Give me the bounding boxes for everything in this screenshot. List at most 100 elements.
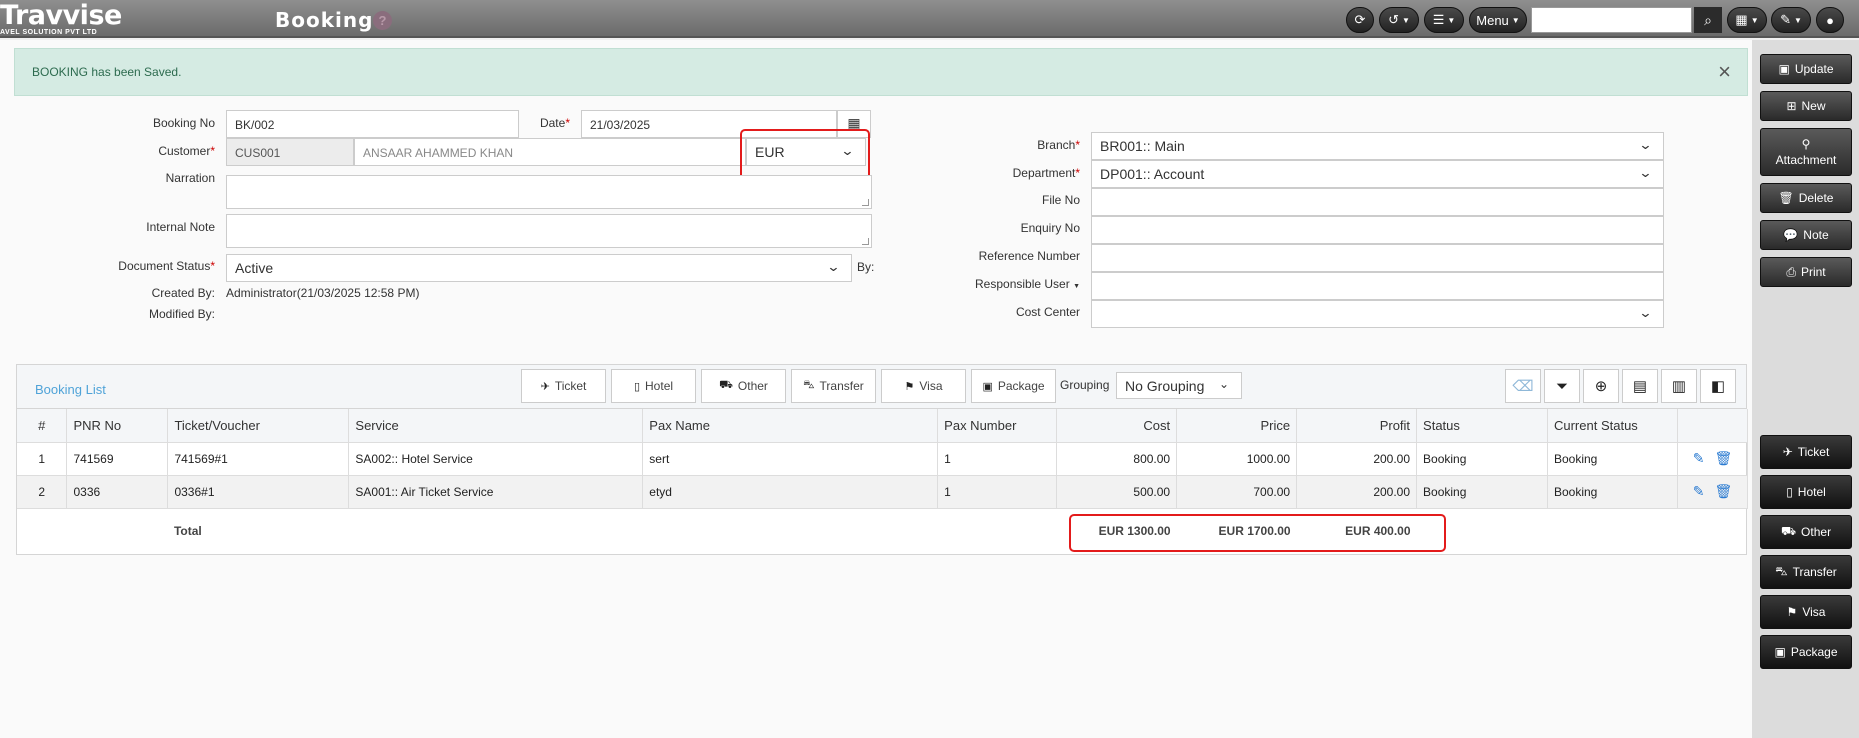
note-label: Note [1803,228,1829,242]
user-icon: ● [1826,12,1834,28]
app-logo[interactable]: Travvise AVEL SOLUTION PVT LTD [0,0,122,37]
customer-code-field[interactable]: CUS001 [226,138,354,166]
table-row[interactable]: 1 741569 741569#1 SA002:: Hotel Service … [17,442,1749,476]
col-header-current-status[interactable]: Current Status [1547,409,1678,443]
global-search-input[interactable] [1531,7,1692,33]
col-header-profit[interactable]: Profit [1296,409,1418,443]
search-button[interactable]: ⌕ [1694,7,1722,33]
col-header-price[interactable]: Price [1176,409,1298,443]
action-sidebar: ▣ Update ⊞ New ⚲ Attachment 🗑 Delete 💬 Note ⎙… [1752,40,1859,738]
sidebar-visa-button[interactable]: ⚑ Visa [1760,595,1852,629]
chevron-down-icon: ⌄ [1638,137,1653,152]
col-header-index[interactable]: # [17,409,68,443]
plane-icon: ✈ [540,380,550,393]
delete-button[interactable]: 🗑 Delete [1760,183,1852,213]
caret-down-icon: ▼ [1793,15,1802,25]
logo-name: Travvise [0,0,122,31]
cost-center-label: Cost Center [1015,305,1080,319]
col-header-pax-number[interactable]: Pax Number [937,409,1058,443]
add-package-button[interactable]: ▣ Package [971,369,1056,403]
cell-index: 1 [17,442,68,476]
save-icon: ▣ [1778,62,1790,76]
update-button[interactable]: ▣ Update [1760,54,1852,84]
alert-message: BOOKING has been Saved. [32,65,182,79]
sidebar-other-button[interactable]: ⛟ Other [1760,515,1852,549]
grouping-select[interactable]: No Grouping ⌄ [1116,372,1242,399]
booking-no-label: Booking No [152,116,215,130]
add-other-button[interactable]: ⛟ Other [701,369,786,403]
cost-center-select[interactable]: ⌄ [1091,300,1664,328]
add-ticket-button[interactable]: ✈ Ticket [521,369,606,403]
attachment-button[interactable]: ⚲ Attachment [1760,128,1852,176]
internal-note-textarea[interactable] [226,214,872,248]
note-button[interactable]: 💬 Note [1760,220,1852,250]
by-label: By: [857,260,875,274]
responsible-user-label[interactable]: Responsible User ▼ [940,277,1080,291]
caret-down-icon: ▼ [1447,15,1456,25]
cell-pax-number: 1 [937,475,1058,509]
theme-button[interactable]: ✎ ▼ [1771,7,1811,33]
col-header-pnr[interactable]: PNR No [66,409,169,443]
table-header-row: # PNR No Ticket/Voucher Service Pax Name… [17,409,1749,443]
col-header-voucher[interactable]: Ticket/Voucher [167,409,350,443]
export-csv-button[interactable]: ▥ [1661,369,1697,403]
responsible-user-field[interactable] [1091,272,1664,300]
add-hotel-button[interactable]: ▯ Hotel [611,369,696,403]
refresh-button[interactable]: ⟳ [1346,7,1374,33]
reference-number-field[interactable] [1091,244,1664,272]
total-spacer [349,508,643,553]
paperclip-icon: ⚲ [1801,137,1811,151]
sidebar-package-button[interactable]: ▣ Package [1760,635,1852,669]
help-icon[interactable]: ? [373,11,392,30]
booking-no-field[interactable]: BK/002 [226,110,519,138]
highlight-totals-box [1069,514,1446,552]
narration-textarea[interactable] [226,175,872,209]
trash-icon[interactable]: 🗑 [1714,450,1732,466]
car-icon: ⛍ [1775,564,1788,578]
table-row[interactable]: 2 0336 0336#1 SA001:: Air Ticket Service… [17,475,1749,509]
new-label: New [1801,99,1826,113]
col-header-cost[interactable]: Cost [1056,409,1178,443]
page-title: Booking [275,8,374,32]
company-switch-button[interactable]: ▦ ▼ [1727,7,1767,33]
cell-cost: 800.00 [1056,442,1178,476]
cell-profit: 200.00 [1296,475,1418,509]
document-status-select[interactable]: Active ⌄ [226,254,852,282]
print-button[interactable]: ⎙ Print [1760,257,1852,287]
main-menu-button[interactable]: Menu ▼ [1469,7,1527,33]
add-visa-button[interactable]: ⚑ Visa [881,369,966,403]
col-header-pax-name[interactable]: Pax Name [642,409,939,443]
zoom-search-button[interactable]: ⊕ [1583,369,1619,403]
new-button[interactable]: ⊞ New [1760,91,1852,121]
car-icon: ⛍ [803,379,815,391]
history-button[interactable]: ↺ ▼ [1379,7,1419,33]
trash-icon[interactable]: 🗑 [1714,483,1732,499]
user-profile-button[interactable]: ● [1816,7,1844,33]
sidebar-transfer-button[interactable]: ⛍ Transfer [1760,555,1852,589]
created-by-label: Created By: [151,286,215,300]
sidebar-ticket-button[interactable]: ✈ Ticket [1760,435,1852,469]
col-header-status[interactable]: Status [1416,409,1548,443]
cell-service: SA002:: Hotel Service [348,442,644,476]
enquiry-no-field[interactable] [1091,216,1664,244]
branch-select[interactable]: BR001:: Main ⌄ [1091,132,1664,160]
cell-actions: ✎ 🗑 [1677,442,1749,476]
sidebar-hotel-button[interactable]: ▯ Hotel [1760,475,1852,509]
cell-pax-name: sert [642,442,939,476]
export-pdf-button[interactable]: ▤ [1622,369,1658,403]
column-chooser-button[interactable]: ◧ [1700,369,1736,403]
total-spacer [67,508,168,553]
chevron-down-icon: ⌄ [1638,165,1653,180]
department-select[interactable]: DP001:: Account ⌄ [1091,160,1664,188]
bag-icon: ▣ [982,380,993,393]
close-icon[interactable]: × [1718,61,1731,83]
customer-name-field: ANSAAR AHAMMED KHAN [354,138,746,166]
clear-filter-button[interactable]: ⌫ [1505,369,1541,403]
filter-button[interactable]: ⏷ [1544,369,1580,403]
edit-icon[interactable]: ✎ [1693,483,1705,499]
edit-icon[interactable]: ✎ [1693,450,1705,466]
add-transfer-button[interactable]: ⛍ Transfer [791,369,876,403]
col-header-service[interactable]: Service [348,409,644,443]
file-no-field[interactable] [1091,188,1664,216]
list-menu-button[interactable]: ☰ ▼ [1424,7,1464,33]
